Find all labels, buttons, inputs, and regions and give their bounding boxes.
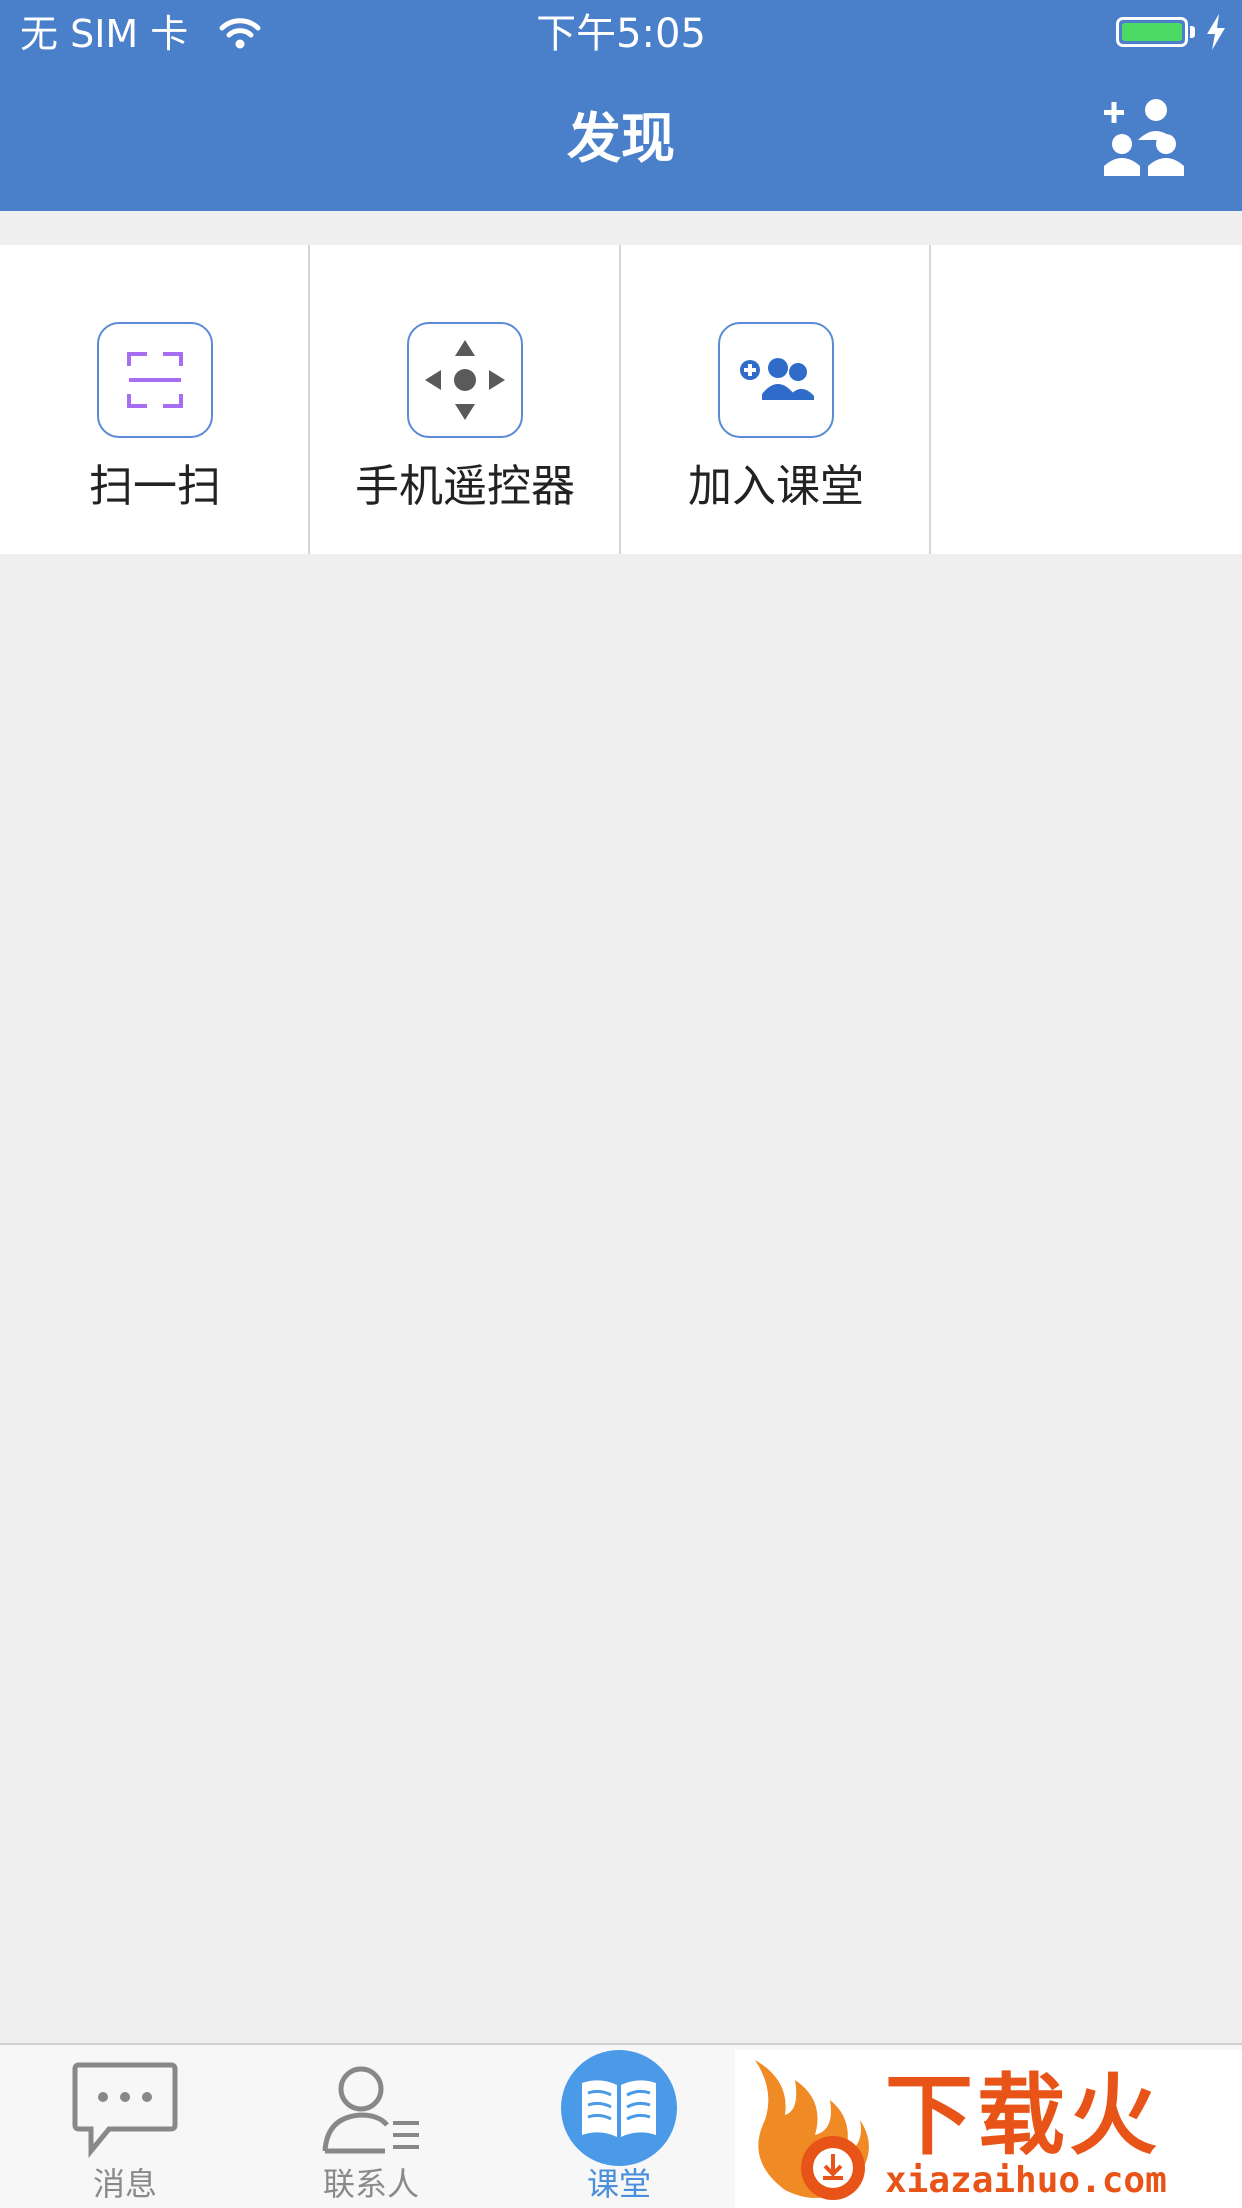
tab-messages-label: 消息 bbox=[92, 2165, 157, 2203]
tab-messages[interactable]: 消息 bbox=[0, 2045, 250, 2208]
remote-control-icon bbox=[425, 340, 505, 420]
charging-bolt-icon bbox=[1205, 14, 1227, 54]
tools-panel: 扫一扫 手机遥控器 加入课堂 bbox=[0, 245, 1242, 554]
join-class-icon bbox=[740, 358, 814, 400]
scan-button[interactable]: 扫一扫 bbox=[0, 245, 310, 554]
battery-icon bbox=[1116, 17, 1188, 47]
tab-classroom[interactable]: 课堂 bbox=[494, 2045, 744, 2208]
tab-classroom-label: 课堂 bbox=[586, 2165, 651, 2203]
watermark-brand: 下载火 bbox=[885, 2064, 1162, 2167]
watermark-domain: xiazaihuo.com bbox=[885, 2160, 1167, 2201]
scan-label: 扫一扫 bbox=[89, 461, 221, 512]
page-title: 发现 bbox=[567, 107, 675, 170]
scan-icon bbox=[127, 352, 183, 408]
remote-control-icon-box bbox=[407, 322, 523, 438]
join-class-label: 加入课堂 bbox=[688, 461, 864, 512]
remote-control-button[interactable]: 手机遥控器 bbox=[310, 245, 620, 554]
tab-contacts[interactable]: 联系人 bbox=[246, 2045, 496, 2208]
scan-icon-box bbox=[97, 322, 213, 438]
status-time: 下午5:05 bbox=[536, 11, 706, 57]
join-class-button[interactable]: 加入课堂 bbox=[621, 245, 931, 554]
join-class-icon-box bbox=[718, 322, 834, 438]
add-contact-icon bbox=[1104, 99, 1184, 176]
tab-contacts-label: 联系人 bbox=[322, 2165, 419, 2203]
chat-bubble-icon bbox=[72, 2062, 178, 2159]
book-icon bbox=[561, 2050, 677, 2166]
top-bar: 无 SIM 卡 下午5:05 发现 bbox=[0, 0, 1242, 211]
add-contact-button[interactable] bbox=[1100, 96, 1190, 182]
remote-control-label: 手机遥控器 bbox=[355, 461, 575, 512]
battery-tip bbox=[1190, 26, 1195, 38]
contacts-icon bbox=[322, 2066, 419, 2154]
watermark-banner: 下载火 xiazaihuo.com bbox=[735, 2050, 1242, 2208]
tool-divider bbox=[929, 245, 931, 554]
flame-logo-icon bbox=[755, 2060, 869, 2200]
